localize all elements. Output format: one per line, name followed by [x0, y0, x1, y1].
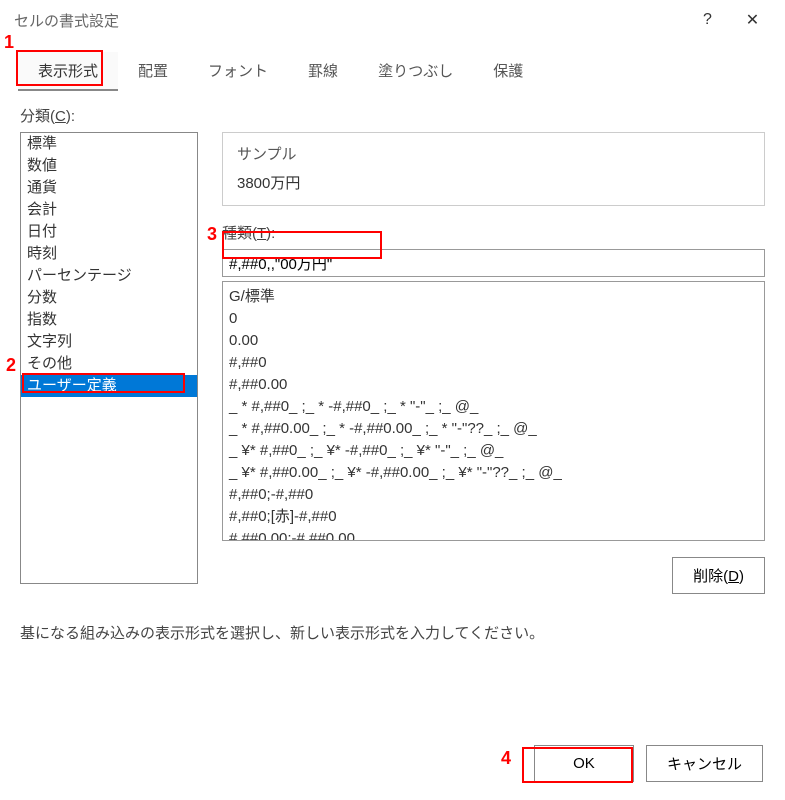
delete-row: 削除(D) [222, 557, 765, 594]
format-item[interactable]: _ ¥* #,##0.00_ ;_ ¥* -#,##0.00_ ;_ ¥* "-… [229, 462, 758, 484]
category-item-scientific[interactable]: 指数 [21, 309, 197, 331]
format-item[interactable]: 0 [229, 308, 758, 330]
type-label: 種類(T): [222, 222, 765, 243]
dialog-title: セルの書式設定 [14, 10, 685, 31]
tab-alignment[interactable]: 配置 [118, 52, 188, 91]
format-list[interactable]: G/標準 0 0.00 #,##0 #,##0.00 _ * #,##0_ ;_… [222, 281, 765, 541]
tab-number-format[interactable]: 表示形式 [18, 52, 118, 91]
content-area: 分類(C): 標準 数値 通貨 会計 日付 時刻 パーセンテージ 分数 指数 文… [0, 91, 785, 657]
titlebar: セルの書式設定 ? ✕ [0, 0, 785, 40]
category-item-currency[interactable]: 通貨 [21, 177, 197, 199]
category-label: 分類(C): [20, 105, 765, 126]
type-input[interactable] [222, 249, 765, 277]
sample-box: サンプル 3800万円 [222, 132, 765, 206]
footer: OK キャンセル [534, 745, 763, 782]
callout-number-4: 4 [501, 748, 511, 769]
category-item-accounting[interactable]: 会計 [21, 199, 197, 221]
sample-label: サンプル [237, 143, 750, 164]
tab-border[interactable]: 罫線 [288, 52, 358, 91]
ok-button[interactable]: OK [534, 745, 634, 782]
right-panel: サンプル 3800万円 種類(T): G/標準 0 0.00 #,##0 #,#… [222, 132, 765, 594]
category-item-fraction[interactable]: 分数 [21, 287, 197, 309]
category-item-text[interactable]: 文字列 [21, 331, 197, 353]
category-item-other[interactable]: その他 [21, 353, 197, 375]
body-row: 標準 数値 通貨 会計 日付 時刻 パーセンテージ 分数 指数 文字列 その他 … [20, 132, 765, 594]
category-item-custom[interactable]: ユーザー定義 [21, 375, 197, 397]
category-item-number[interactable]: 数値 [21, 155, 197, 177]
cancel-button[interactable]: キャンセル [646, 745, 763, 782]
format-item[interactable]: #,##0;-#,##0 [229, 484, 758, 506]
format-item[interactable]: #,##0.00;-#,##0.00 [229, 528, 758, 541]
format-item[interactable]: #,##0.00 [229, 374, 758, 396]
format-item[interactable]: _ * #,##0_ ;_ * -#,##0_ ;_ * "-"_ ;_ @_ [229, 396, 758, 418]
tab-fill[interactable]: 塗りつぶし [358, 52, 473, 91]
category-item-standard[interactable]: 標準 [21, 133, 197, 155]
tab-font[interactable]: フォント [188, 52, 288, 91]
category-list[interactable]: 標準 数値 通貨 会計 日付 時刻 パーセンテージ 分数 指数 文字列 その他 … [20, 132, 198, 584]
format-item[interactable]: #,##0 [229, 352, 758, 374]
help-button[interactable]: ? [685, 5, 730, 35]
category-item-percentage[interactable]: パーセンテージ [21, 265, 197, 287]
delete-button[interactable]: 削除(D) [672, 557, 765, 594]
format-item[interactable]: _ * #,##0.00_ ;_ * -#,##0.00_ ;_ * "-"??… [229, 418, 758, 440]
sample-value: 3800万円 [237, 172, 750, 193]
format-item[interactable]: _ ¥* #,##0_ ;_ ¥* -#,##0_ ;_ ¥* "-"_ ;_ … [229, 440, 758, 462]
category-item-time[interactable]: 時刻 [21, 243, 197, 265]
tab-strip: 表示形式 配置 フォント 罫線 塗りつぶし 保護 [0, 52, 785, 91]
format-item[interactable]: 0.00 [229, 330, 758, 352]
hint-text: 基になる組み込みの表示形式を選択し、新しい表示形式を入力してください。 [20, 622, 765, 643]
category-item-date[interactable]: 日付 [21, 221, 197, 243]
close-button[interactable]: ✕ [730, 5, 775, 35]
format-item[interactable]: G/標準 [229, 286, 758, 308]
format-item[interactable]: #,##0;[赤]-#,##0 [229, 506, 758, 528]
tab-protection[interactable]: 保護 [473, 52, 543, 91]
